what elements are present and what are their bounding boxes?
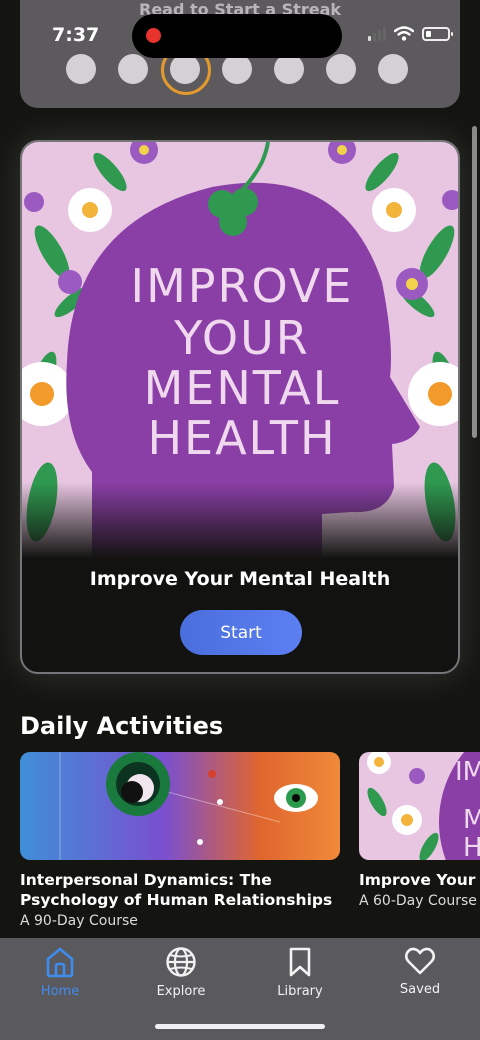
art-text-line: YOUR [173,311,309,365]
home-indicator[interactable] [155,1024,325,1029]
art-text-line: HEALTH [147,411,336,465]
daily-activities-heading: Daily Activities [20,712,224,740]
tab-explore[interactable]: Explore [133,946,229,999]
tab-label: Explore [156,984,206,999]
art-text-line: IMPROVE [131,259,354,313]
activity-title: Interpersonal Dynamics: The Psychology o… [20,871,333,909]
globe-icon [166,947,196,977]
tab-label: Saved [399,982,441,997]
home-screen: Read to Start a Streak 7:37 IMPROVE YOUR… [0,0,480,1040]
featured-course-card[interactable]: IMPROVE YOUR MENTAL HEALTH Improve Your … [20,140,460,674]
recording-indicator-icon [146,28,161,43]
svg-text:H: H [463,833,480,860]
tab-bar: Home Explore Library Saved [0,938,480,1040]
status-time: 7:37 [52,24,100,46]
activity-card[interactable]: Interpersonal Dynamics: The Psychology o… [20,752,340,929]
svg-text:M: M [463,805,480,835]
activity-subtitle: A 90-Day Course [20,913,138,929]
tab-library[interactable]: Library [252,946,348,999]
start-button[interactable]: Start [180,610,302,655]
activity-card[interactable]: IM M H Improve Your Mental Health A 60-D… [359,752,480,909]
activity-title: Improve Your Mental Health [359,871,480,889]
tab-home[interactable]: Home [12,946,108,999]
scroll-indicator[interactable] [472,126,477,438]
bookmark-icon [289,947,311,977]
tab-label: Home [40,984,80,999]
status-icons [368,26,453,41]
home-icon [46,947,74,978]
status-bar: 7:37 [0,0,480,60]
cellular-signal-icon [368,26,386,41]
battery-icon [422,26,453,41]
heart-icon [404,947,436,975]
dynamic-island [132,14,342,58]
wifi-icon [394,26,414,41]
activity-thumbnail[interactable] [20,752,340,860]
cover-fade [22,482,458,572]
featured-title: Improve Your Mental Health [89,568,391,590]
tab-label: Library [277,984,323,999]
art-text-line: MENTAL [144,361,341,415]
activity-subtitle: A 60-Day Course [359,893,477,909]
svg-text:IM: IM [455,757,480,787]
activity-thumbnail[interactable]: IM M H [359,752,480,860]
tab-saved[interactable]: Saved [372,946,468,997]
